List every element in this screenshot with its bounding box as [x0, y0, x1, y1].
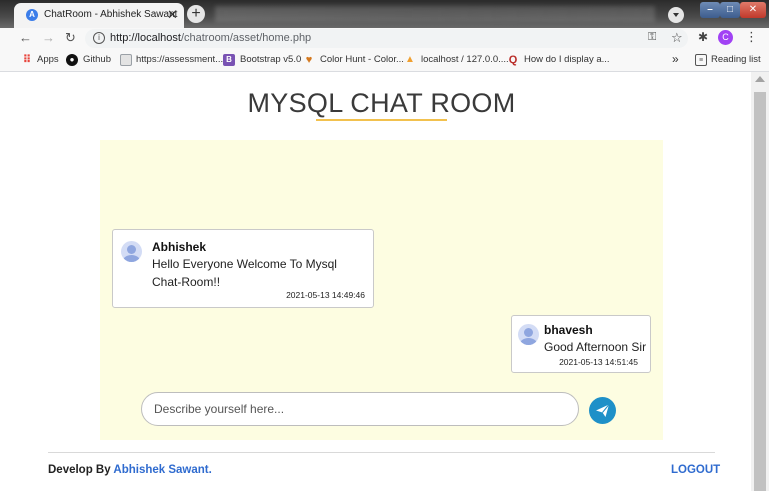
bookmarks-bar: ⠿ Apps ● Github https://assessment.... B…	[0, 49, 769, 72]
title-underline	[316, 119, 447, 121]
browser-menu-icon[interactable]: ⋮	[745, 29, 758, 45]
browser-tab-strip: A ChatRoom - Abhishek Sawant ✕ + – □ ✕	[0, 0, 769, 28]
address-bar[interactable]: i http://localhost/chatroom/asset/home.p…	[85, 29, 688, 48]
browser-tab[interactable]: A ChatRoom - Abhishek Sawant ✕	[14, 3, 184, 28]
new-tab-button[interactable]: +	[187, 5, 205, 23]
extensions-puzzle-icon[interactable]: ✱	[698, 30, 708, 44]
tab-close-icon[interactable]: ✕	[167, 7, 178, 23]
message-sender: Abhishek	[152, 240, 207, 254]
bookmark-bootstrap[interactable]: Bootstrap v5.0	[240, 54, 301, 65]
more-bookmarks-icon[interactable]: »	[672, 52, 679, 66]
scrollbar-thumb[interactable]	[754, 92, 766, 491]
bookmark-localhost[interactable]: localhost / 127.0.0....	[421, 54, 509, 65]
author-link[interactable]: Abhishek Sawant.	[113, 464, 211, 476]
tab-favicon-icon: A	[26, 9, 38, 21]
url-path: /chatroom/asset/home.php	[180, 32, 312, 44]
footer-prefix: Develop By	[48, 464, 114, 476]
reading-list-icon: ≡	[695, 54, 707, 66]
url-host: http://localhost	[110, 32, 181, 44]
key-icon[interactable]: ⚿	[648, 31, 656, 44]
color-hunt-icon: ♥	[305, 54, 313, 66]
tab-search-button[interactable]	[668, 7, 684, 23]
chat-message-left: Abhishek Hello Everyone Welcome To Mysql…	[112, 229, 374, 308]
bookmark-github[interactable]: Github	[83, 54, 111, 65]
reading-list-button[interactable]: Reading list	[711, 54, 761, 65]
reload-icon[interactable]: ↻	[65, 30, 76, 46]
footer-divider	[48, 452, 715, 453]
message-text: Hello Everyone Welcome To Mysql Chat-Roo…	[152, 257, 337, 289]
window-maximize-button[interactable]: □	[720, 2, 740, 18]
apps-grid-icon: ⠿	[22, 54, 32, 66]
back-arrow-icon[interactable]: ←	[19, 30, 32, 45]
bookmark-color-hunt[interactable]: Color Hunt - Color...	[320, 54, 404, 65]
footer-credit: Develop By Abhishek Sawant.	[48, 464, 212, 476]
bookmark-star-icon[interactable]: ☆	[671, 30, 683, 46]
message-timestamp: 2021-05-13 14:49:46	[286, 290, 365, 300]
profile-avatar[interactable]: C	[718, 30, 733, 45]
github-icon: ●	[66, 54, 78, 66]
bookmark-quora[interactable]: How do I display a...	[524, 54, 610, 65]
window-close-button[interactable]: ✕	[740, 2, 766, 18]
tab-title: ChatRoom - Abhishek Sawant	[44, 9, 178, 20]
blurred-background-windows	[215, 6, 655, 22]
bookmark-assessment[interactable]: https://assessment....	[136, 54, 226, 65]
forward-arrow-icon[interactable]: →	[42, 30, 55, 45]
quora-icon: Q	[508, 54, 518, 66]
page-scrollbar[interactable]	[751, 72, 769, 491]
page-title: MYSQL CHAT ROOM	[247, 88, 516, 118]
message-input[interactable]	[154, 400, 564, 418]
chat-message-right: bhavesh Good Afternoon Sir 2021-05-13 14…	[511, 315, 651, 373]
message-timestamp: 2021-05-13 14:51:45	[559, 357, 638, 367]
url-text[interactable]: http://localhost/chatroom/asset/home.php	[110, 32, 311, 44]
site-info-icon[interactable]: i	[93, 32, 105, 44]
window-minimize-button[interactable]: –	[700, 2, 720, 18]
bookmark-apps[interactable]: Apps	[37, 54, 59, 65]
user-avatar-icon	[518, 324, 539, 345]
scroll-up-arrow-icon[interactable]	[755, 76, 765, 82]
message-input-wrapper	[141, 392, 579, 426]
bootstrap-icon: B	[223, 54, 235, 66]
phpmyadmin-icon: ▲	[405, 54, 415, 65]
browser-toolbar: ← → ↻ i http://localhost/chatroom/asset/…	[0, 28, 769, 49]
page-icon	[120, 54, 132, 66]
send-button[interactable]	[589, 397, 616, 424]
message-text: Good Afternoon Sir	[544, 340, 647, 354]
paper-plane-icon	[596, 404, 610, 417]
message-sender: bhavesh	[544, 323, 593, 337]
logout-link[interactable]: LOGOUT	[671, 464, 720, 476]
user-avatar-icon	[121, 241, 142, 262]
